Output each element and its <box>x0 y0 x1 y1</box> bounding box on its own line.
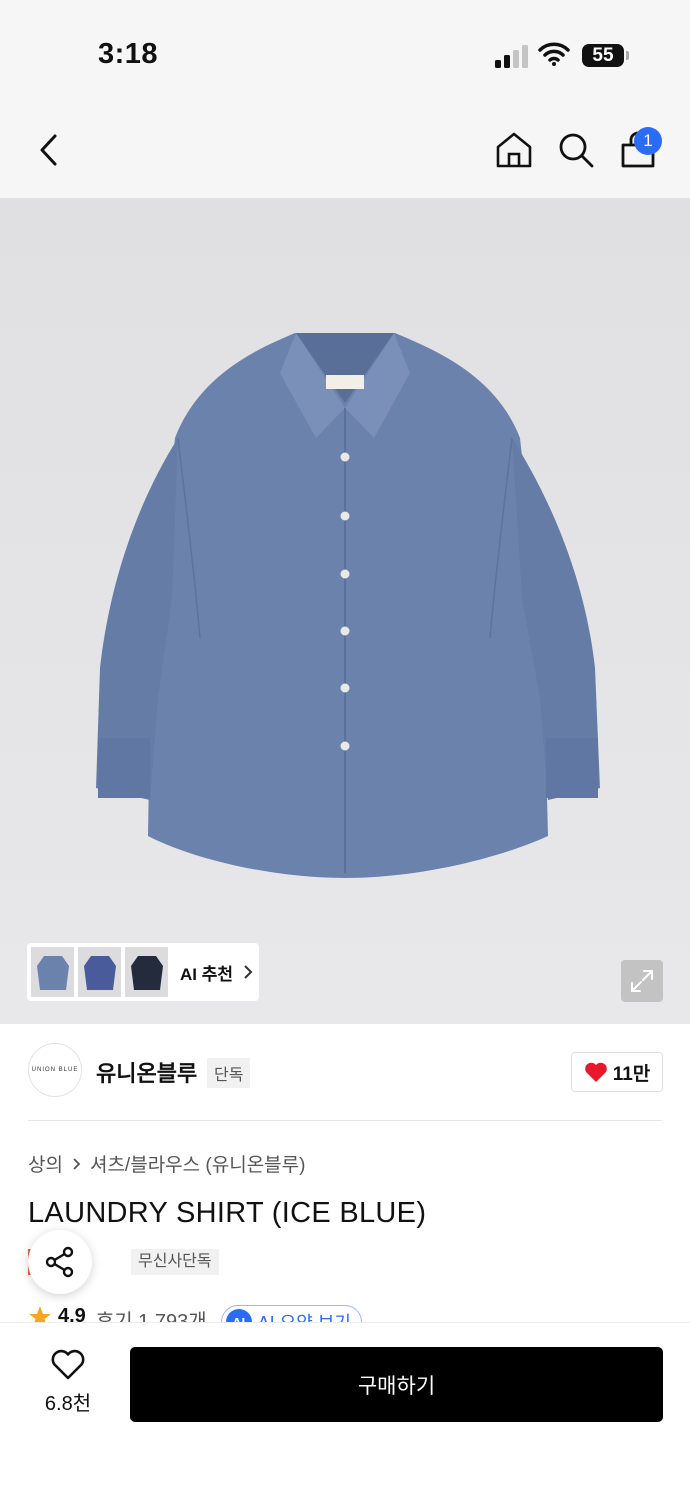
brand-logo[interactable]: UNION BLUE <box>28 1043 82 1097</box>
heart-outline-icon <box>51 1349 85 1380</box>
breadcrumb: 상의 셔츠/블라우스 (유니온블루) <box>28 1150 305 1177</box>
shirt-image <box>0 198 690 1024</box>
status-time: 3:18 <box>98 38 159 70</box>
chevron-right-icon <box>244 965 253 979</box>
search-button[interactable] <box>556 130 596 170</box>
chevron-right-icon <box>73 1157 81 1170</box>
musinsa-exclusive-tag: 무신사단독 <box>131 1249 219 1275</box>
search-icon <box>559 133 594 168</box>
share-button[interactable] <box>28 1230 92 1294</box>
heart-filled-icon <box>584 1062 607 1082</box>
thumbnail-2[interactable] <box>78 947 121 997</box>
bottom-purchase-bar: 6.8천 구매하기 <box>0 1322 690 1500</box>
brand-name[interactable]: 유니온블루 <box>96 1056 197 1088</box>
top-nav-bar <box>0 100 690 198</box>
product-image[interactable] <box>0 198 690 1024</box>
thumbnail-3[interactable] <box>125 947 168 997</box>
wishlist-button[interactable]: 6.8천 <box>36 1349 100 1419</box>
share-icon <box>45 1246 74 1278</box>
shirt-thumbnail-icon <box>36 956 69 990</box>
chevron-left-icon <box>40 134 57 166</box>
divider <box>28 1120 662 1121</box>
product-title: LAUNDRY SHIRT (ICE BLUE) <box>28 1197 427 1229</box>
thumbnail-1[interactable] <box>31 947 74 997</box>
battery-icon: 55 <box>582 44 629 67</box>
expand-icon <box>631 970 653 992</box>
brand-like-count: 11만 <box>612 1063 651 1085</box>
buy-button[interactable]: 구매하기 <box>130 1347 663 1422</box>
cellular-signal-icon <box>495 44 529 68</box>
shirt-thumbnail-icon <box>130 956 163 990</box>
expand-image-button[interactable] <box>621 960 663 1002</box>
wishlist-count: 6.8천 <box>44 1393 92 1415</box>
ai-recommend-strip[interactable]: AI 추천 <box>27 943 259 1001</box>
shirt-thumbnail-icon <box>83 956 116 990</box>
back-button[interactable] <box>28 130 68 170</box>
brand-row: UNION BLUE 유니온블루 단독 11만 <box>0 1024 690 1121</box>
status-bar: 3:18 55 <box>0 0 690 100</box>
breadcrumb-subcategory[interactable]: 셔츠/블라우스 (유니온블루) <box>90 1150 306 1177</box>
ai-recommend-label: AI 추천 <box>180 964 234 984</box>
breadcrumb-category[interactable]: 상의 <box>28 1150 63 1177</box>
wifi-icon <box>538 42 570 71</box>
brand-like-button[interactable]: 11만 <box>571 1052 663 1092</box>
brand-exclusive-tag: 단독 <box>207 1058 251 1088</box>
ai-recommend-link[interactable]: AI 추천 <box>180 960 253 985</box>
cart-count-badge: 1 <box>634 127 662 155</box>
home-button[interactable] <box>494 130 534 170</box>
home-icon <box>496 132 532 168</box>
